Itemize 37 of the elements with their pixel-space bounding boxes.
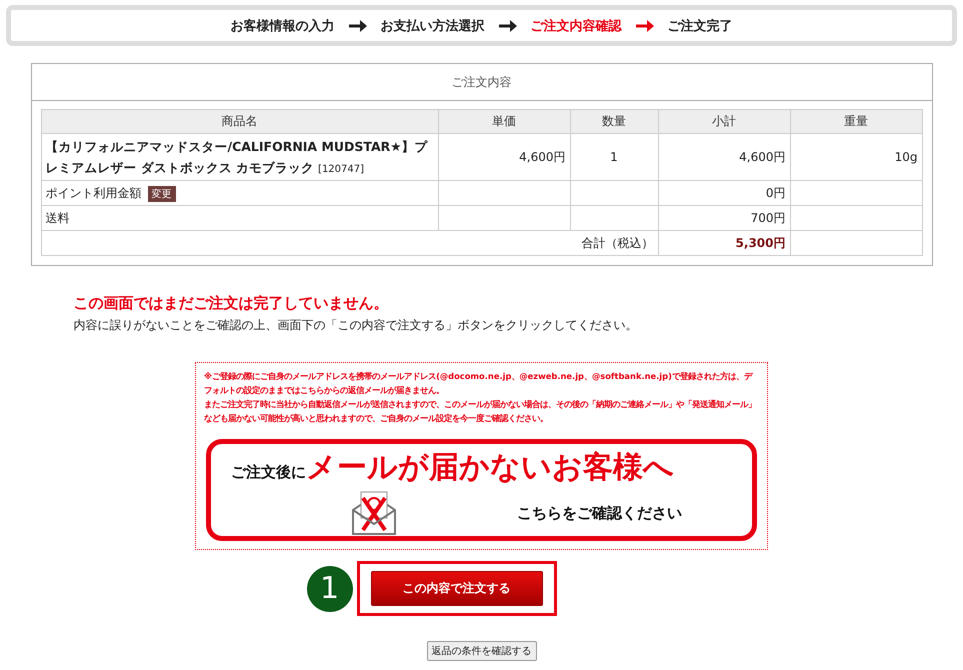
table-cell: 0円 (658, 180, 790, 206)
row-label: 送料 (46, 210, 70, 224)
table-cell: 10g (790, 134, 922, 180)
order-submit-button[interactable]: この内容で注文する (370, 571, 542, 606)
table-cell: 700円 (658, 206, 790, 230)
envelope-icon (351, 490, 397, 536)
table-cell: 4,600円 (658, 134, 790, 180)
column-header: 小計 (658, 110, 790, 134)
instruction-text: 内容に誤りがないことをご確認の上、画面下の「この内容で注文する」ボタンをクリックしてください。 (74, 317, 638, 334)
table-cell: 4,600円 (438, 134, 570, 180)
table-cell: 合計（税込） (41, 230, 658, 256)
notice-text: ※ご登録の際にご自身のメールアドレスを携帯のメールアドレス(@docomo.ne.jp、@ezweb.ne.jp、@softbank.ne.jp)で登録された方は、デフォルトの設定のままではこちらからの返信メールが届きません。 (204, 370, 754, 397)
column-header: 重量 (790, 110, 922, 134)
return-policy-button[interactable]: 返品の条件を確認する (426, 641, 536, 661)
table-cell: 1 (570, 134, 658, 180)
step-number-badge: 1 (306, 566, 352, 612)
change-button[interactable]: 変更 (148, 186, 176, 202)
column-header: 単価 (438, 110, 570, 134)
product-name-cell: 【カリフォルニアマッドスター/CALIFORNIA MUDSTAR★】プレミアムレザー ダストボックス カモブラック [120747] (41, 134, 438, 180)
notice-text: またご注文完了時に当社から自動返信メールが送信されますので、このメールが届かない場合は、その後の「納期のご連絡メール」や「発送通知メール」なども届かない可能性が高いと思われますので、ご自身のメール設定を今一度ご確認ください。 (204, 398, 757, 425)
panel-title: ご注文内容 (32, 64, 932, 101)
banner-lead-text: ご注文後に (231, 462, 306, 482)
arrow-icon (498, 18, 516, 34)
row-label: ポイント利用金額 (46, 186, 142, 200)
column-header: 商品名 (41, 110, 438, 134)
arrow-icon (636, 18, 654, 34)
progress-step: ご注文完了 (668, 16, 732, 34)
warning-text: この画面ではまだご注文は完了していません。 (74, 294, 390, 313)
progress-step: お客様情報の入力 (230, 16, 334, 34)
arrow-icon (348, 18, 366, 34)
progress-step: お支払い方法選択 (380, 16, 484, 34)
column-header: 数量 (570, 110, 658, 134)
table-cell: 5,300円 (658, 230, 790, 256)
banner-headline: メールが届かないお客様へ (306, 448, 675, 486)
mail-banner[interactable]: ご注文後にメールが届かないお客様へ こちらをご確認ください (206, 439, 757, 541)
progress-step: ご注文内容確認 (530, 16, 622, 34)
banner-link[interactable]: こちらをご確認ください (517, 504, 682, 522)
